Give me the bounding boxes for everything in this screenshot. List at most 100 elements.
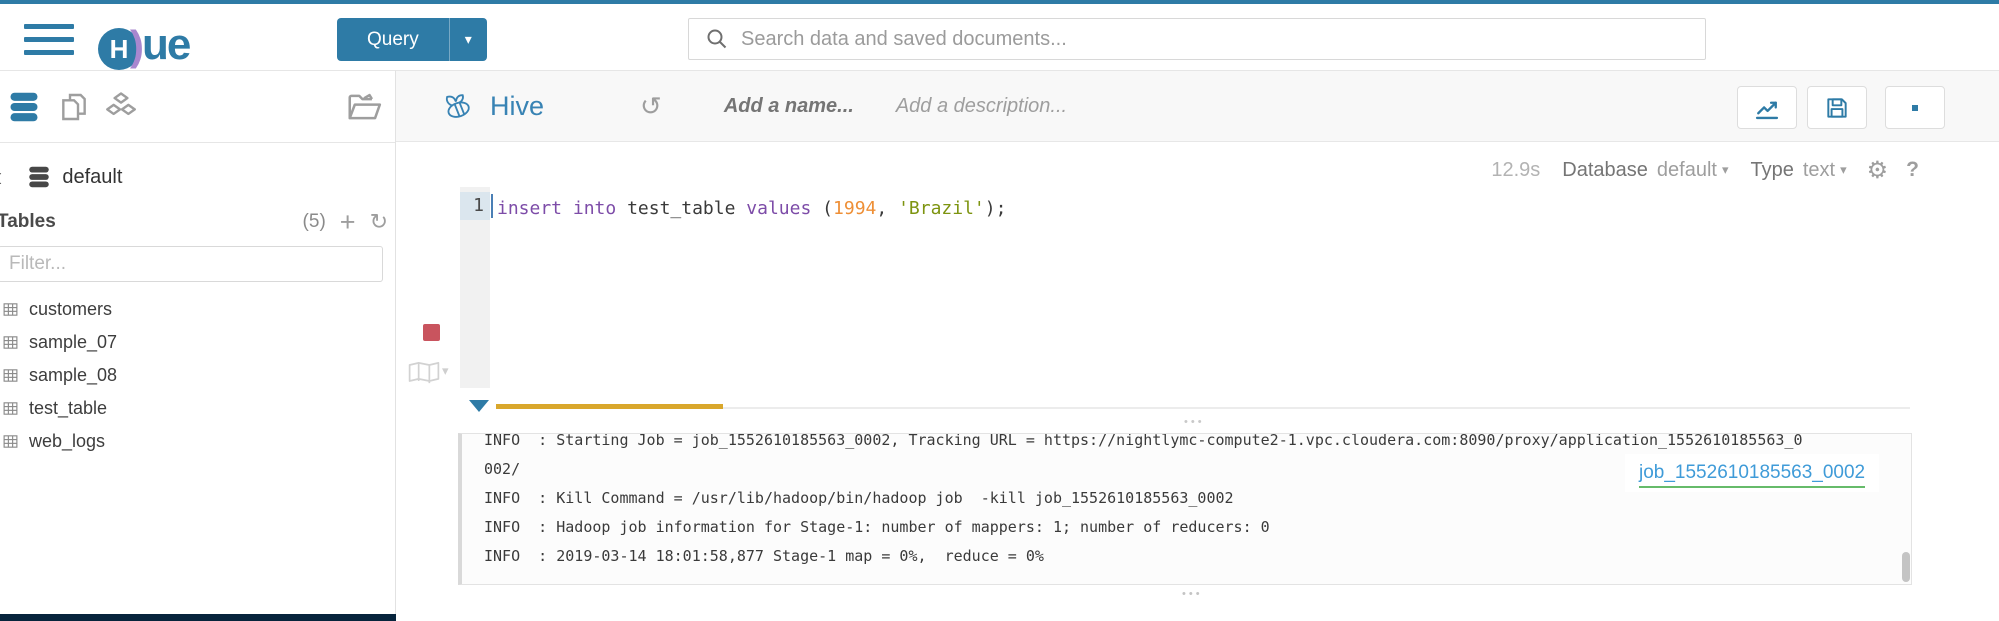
text-cursor	[491, 194, 493, 218]
table-name[interactable]: sample_07	[29, 332, 117, 353]
table-name[interactable]: customers	[29, 299, 112, 320]
database-icon	[26, 164, 52, 190]
save-button[interactable]	[1807, 86, 1867, 129]
table-list: customers sample_07 sample_08 test_table…	[0, 293, 390, 458]
chevron-left-icon[interactable]: ‹	[0, 163, 2, 191]
snippet-resize-handle[interactable]: •••	[1182, 588, 1203, 600]
topbar: H ) ue Query ▾	[0, 4, 1999, 70]
assist-tabs	[0, 71, 395, 143]
table-row-sample-07[interactable]: sample_07	[0, 326, 390, 359]
sql-space	[616, 198, 627, 219]
sql-space	[562, 198, 573, 219]
chart-icon	[1753, 94, 1781, 122]
log-resize-handle[interactable]: •••	[1184, 416, 1205, 428]
table-filter	[0, 246, 383, 282]
gear-icon[interactable]: ⚙	[1867, 156, 1889, 185]
table-row-test-table[interactable]: test_table	[0, 392, 390, 425]
sql-punct: );	[985, 198, 1007, 219]
snippet-name-placeholder[interactable]: Add a name...	[724, 95, 854, 118]
sql-string: 'Brazil'	[898, 198, 985, 219]
tables-header: Tables	[0, 211, 56, 233]
log-line: INFO : Starting Job = job_1552610185563_…	[484, 433, 1911, 455]
table-row-customers[interactable]: customers	[0, 293, 390, 326]
hue-logo[interactable]: H ) ue	[98, 26, 189, 72]
hue-editor-page: H ) ue Query ▾	[0, 0, 1999, 621]
header-buttons	[1737, 86, 1945, 129]
help-icon[interactable]: ?	[1906, 158, 1919, 182]
table-icon	[2, 433, 19, 450]
query-dropdown-caret[interactable]: ▾	[449, 18, 487, 61]
stop-execution-button[interactable]	[423, 324, 440, 341]
databases-icon[interactable]	[6, 89, 42, 125]
type-label: Type	[1751, 159, 1794, 182]
tables-count: (5)	[303, 211, 326, 233]
table-icon	[2, 334, 19, 351]
table-icon	[2, 301, 19, 318]
sql-identifier: test_table	[627, 198, 735, 219]
execution-logs[interactable]: INFO : Starting Job = job_1552610185563_…	[458, 433, 1912, 585]
sql-keyword: insert	[497, 198, 562, 219]
snippet-description-placeholder[interactable]: Add a description...	[896, 95, 1067, 118]
chevron-down-icon[interactable]: ▾	[1722, 162, 1729, 178]
editor-panel: Hive ↺ Add a name... Add a description..…	[396, 70, 1999, 621]
sidebar-bottom-strip	[0, 614, 396, 621]
table-name[interactable]: test_table	[29, 398, 107, 419]
documents-icon[interactable]	[58, 91, 90, 123]
sql-keyword: into	[573, 198, 616, 219]
cubes-icon[interactable]	[104, 90, 138, 124]
engine-title: Hive	[490, 91, 544, 122]
table-name[interactable]: web_logs	[29, 431, 105, 452]
line-number: 1	[460, 192, 490, 220]
chevron-down-icon[interactable]: ▾	[1840, 162, 1847, 178]
log-scrollbar-thumb[interactable]	[1902, 552, 1910, 582]
chart-button[interactable]	[1737, 86, 1797, 129]
sql-statement[interactable]: insert into test_table values (1994, 'Br…	[497, 195, 1006, 222]
table-name[interactable]: sample_08	[29, 365, 117, 386]
folder-icon[interactable]	[345, 88, 383, 126]
collapse-triangle-icon[interactable]	[469, 400, 489, 412]
hue-logo-text: ue	[142, 20, 189, 70]
more-actions-button[interactable]	[1885, 86, 1945, 129]
job-link[interactable]: job_1552610185563_0002	[1639, 462, 1865, 488]
query-button[interactable]: Query ▾	[337, 18, 487, 61]
search-input[interactable]	[741, 28, 1705, 51]
execution-duration: 12.9s	[1491, 159, 1540, 182]
table-icon	[2, 367, 19, 384]
query-button-label[interactable]: Query	[337, 18, 449, 61]
database-breadcrumb[interactable]: ‹ default	[0, 163, 122, 191]
job-badge: job_1552610185563_0002	[1625, 454, 1879, 492]
snippet-settings-bar: 12.9s Database default ▾ Type text ▾ ⚙ ?	[1491, 152, 1919, 188]
menu-bar	[24, 50, 74, 55]
save-icon	[1824, 95, 1850, 121]
search-icon	[705, 27, 729, 51]
kebab-icon	[1912, 105, 1918, 111]
database-select[interactable]: default	[1657, 159, 1717, 182]
sql-punct: ,	[876, 198, 898, 219]
table-row-web-logs[interactable]: web_logs	[0, 425, 390, 458]
menu-icon[interactable]	[24, 24, 74, 56]
refresh-icon[interactable]: ↻	[370, 209, 388, 235]
database-label: Database	[1562, 159, 1648, 182]
hive-icon	[440, 90, 476, 122]
query-history-icon[interactable]: ↺	[640, 91, 662, 122]
table-row-sample-08[interactable]: sample_08	[0, 359, 390, 392]
menu-bar	[24, 24, 74, 29]
global-search	[688, 18, 1706, 60]
progress-bar	[496, 404, 723, 409]
type-select[interactable]: text	[1803, 159, 1835, 182]
sql-punct: (	[811, 198, 833, 219]
add-table-icon[interactable]: +	[340, 212, 356, 232]
menu-bar	[24, 37, 74, 42]
sql-space	[735, 198, 746, 219]
sql-number: 1994	[833, 198, 876, 219]
map-icon[interactable]	[408, 361, 440, 385]
log-line: INFO : Hadoop job information for Stage-…	[484, 513, 1911, 542]
sql-keyword: values	[746, 198, 811, 219]
tables-header-row: Tables (5) + ↻	[0, 209, 388, 235]
map-caret-icon[interactable]: ▾	[442, 363, 449, 379]
database-name[interactable]: default	[62, 166, 122, 189]
left-assist-panel: ‹ default Tables (5) + ↻ customers	[0, 70, 396, 621]
table-icon	[2, 400, 19, 417]
table-filter-input[interactable]	[0, 253, 382, 275]
log-line: INFO : 2019-03-14 18:01:58,877 Stage-1 m…	[484, 542, 1911, 571]
